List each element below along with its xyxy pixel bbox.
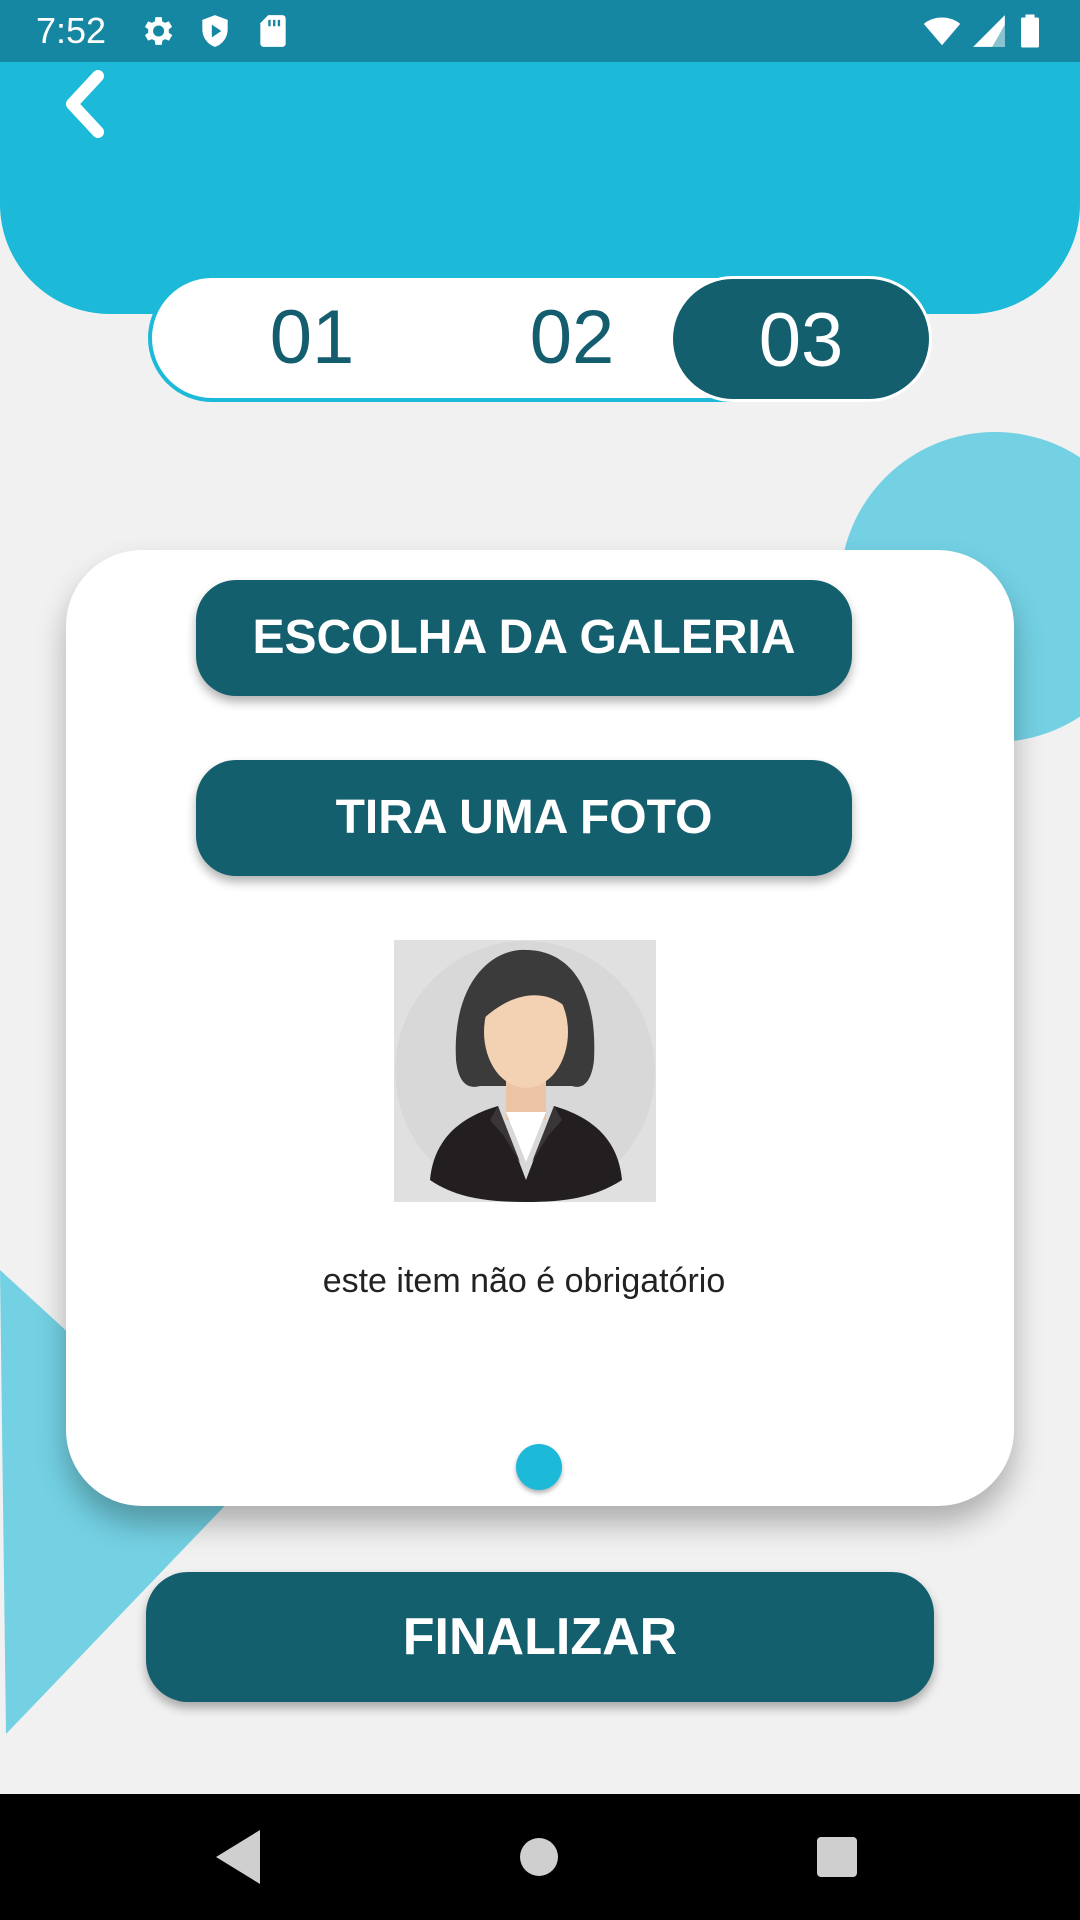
back-button[interactable] — [56, 68, 120, 140]
nav-back-button[interactable] — [206, 1824, 272, 1890]
avatar-placeholder[interactable] — [394, 940, 656, 1202]
photo-card: ESCOLHA DA GALERIA TIRA UMA FOTO este it… — [66, 550, 1014, 1506]
nav-home-button[interactable] — [506, 1824, 572, 1890]
step-01[interactable]: 01 — [212, 278, 412, 398]
shield-play-icon — [196, 12, 234, 50]
finalize-button[interactable]: FINALIZAR — [146, 1572, 934, 1702]
gear-icon — [138, 12, 176, 50]
battery-icon — [1012, 12, 1048, 50]
wifi-icon — [920, 12, 964, 50]
recents-square-icon — [817, 1837, 857, 1877]
back-triangle-icon — [216, 1830, 260, 1884]
step-indicator: 01 02 03 — [148, 274, 932, 402]
system-nav-bar — [0, 1794, 1080, 1920]
app-screen: 7:52 01 02 03 ESCOLHA DA GALERIA TIRA UM… — [0, 0, 1080, 1920]
page-indicator-dot — [516, 1444, 562, 1490]
sd-card-icon — [254, 12, 292, 50]
cell-signal-icon — [970, 12, 1008, 50]
choose-from-gallery-button[interactable]: ESCOLHA DA GALERIA — [196, 580, 852, 696]
optional-note: este item não é obrigatório — [322, 1262, 726, 1300]
status-time: 7:52 — [36, 10, 107, 51]
take-photo-button[interactable]: TIRA UMA FOTO — [196, 760, 852, 876]
step-03-active[interactable]: 03 — [670, 276, 932, 402]
home-circle-icon — [520, 1838, 558, 1876]
chevron-left-icon — [66, 70, 104, 138]
nav-recents-button[interactable] — [804, 1824, 870, 1890]
status-bar: 7:52 — [0, 0, 1080, 62]
user-avatar-icon — [394, 940, 656, 1202]
step-02[interactable]: 02 — [472, 278, 672, 398]
